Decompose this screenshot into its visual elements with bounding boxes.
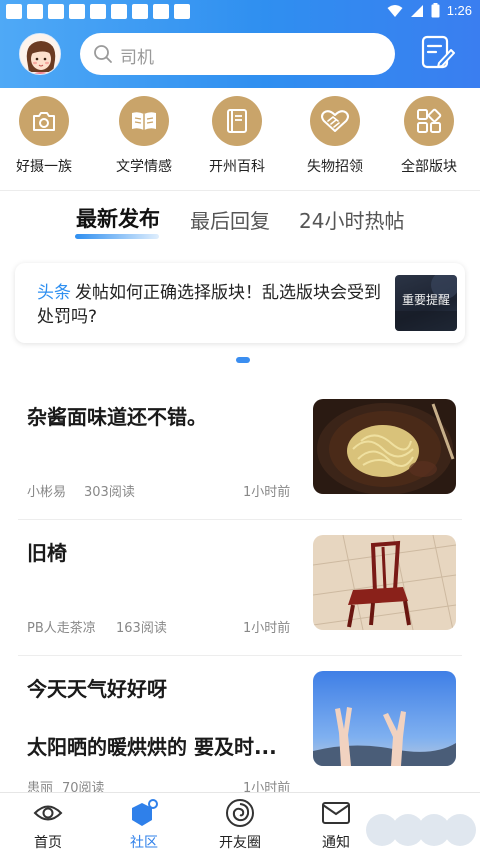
post-title: 今天天气好好呀 [27,677,167,701]
search-icon [94,45,112,63]
notification-icon [69,4,85,19]
camera-icon [19,96,69,146]
notification-icon [90,4,106,19]
search-bar[interactable]: 司机 [80,33,395,75]
encyclopedia-icon [212,96,262,146]
post-item[interactable]: 杂酱面味道还不错。 小彬易 303阅读 1小时前 [0,384,480,520]
wifi-icon [387,4,403,17]
tab-last-reply[interactable]: 最后回复 [190,205,270,234]
post-item[interactable]: 今天天气好好呀 太阳晒的暖烘烘的 要及时... 患丽 70阅读 1小时前 [0,656,480,796]
compose-note-icon [421,35,455,69]
category-label: 失物招领 [307,159,363,175]
section-divider [0,190,480,191]
status-bar: 1:26 [0,0,480,24]
category-label: 开州百科 [209,159,265,175]
notification-icon [174,4,190,19]
post-tabs: 最新发布 最后回复 24小时热帖 [0,203,480,239]
envelope-icon [322,802,350,824]
notification-icons [6,4,190,19]
headline-text-block: 头条 发帖如何正确选择版块！乱选版块会受到处罚吗? [37,281,387,329]
nav-home[interactable]: 首页 [0,793,96,855]
category-label: 好摄一族 [16,159,72,175]
tab-latest[interactable]: 最新发布 [76,203,160,233]
category-item-encyclopedia[interactable]: 开州百科 [197,96,277,176]
compose-button[interactable] [419,33,455,71]
category-row: 好摄一族 文学情感 开州百科 失物招领 全部版块 [0,96,480,182]
notification-icon [111,4,127,19]
nav-label: 首页 [34,835,62,851]
post-title: 杂酱面味道还不错。 [27,405,207,429]
post-views: 303阅读 [84,485,135,500]
battery-icon [431,3,440,18]
post-image-chair [313,535,456,630]
category-label: 文学情感 [116,159,172,175]
headline-title: 发帖如何正确选择版块！乱选版块会受到处罚吗? [37,283,381,327]
category-item-all-sections[interactable]: 全部版块 [389,96,469,176]
app-header: 1:26 司机 [0,0,480,88]
post-author: PB人走茶凉 [27,621,96,636]
category-label: 全部版块 [401,159,457,175]
carousel-indicator [236,357,250,363]
status-time: 1:26 [446,3,472,18]
notification-icon [132,4,148,19]
avatar-illustration [20,34,60,74]
eye-icon [33,805,63,821]
post-item[interactable]: 旧椅 PB人走茶凉 163阅读 1小时前 [0,520,480,656]
tab-24h-hot[interactable]: 24小时热帖 [299,205,404,234]
user-avatar[interactable] [19,33,61,75]
post-author: 小彬易 [27,485,67,500]
nav-label: 开友圈 [219,835,261,851]
grid-icon [404,96,454,146]
post-views: 163阅读 [116,621,167,636]
headline-thumbnail: 重要提醒 [395,275,457,331]
search-placeholder: 司机 [120,48,154,68]
notification-icon [153,4,169,19]
category-item-photography[interactable]: 好摄一族 [4,96,84,176]
hexagon-community-icon [132,799,158,826]
system-icons: 1:26 [387,3,472,18]
signal-icon [410,4,423,17]
post-time: 1小时前 [243,485,291,500]
handshake-icon [310,96,360,146]
post-time: 1小时前 [243,621,291,636]
nav-label: 社区 [130,835,158,851]
active-tab-indicator [75,234,159,239]
notification-icon [6,4,22,19]
spiral-icon [226,799,254,827]
notification-icon [48,4,64,19]
category-item-literature[interactable]: 文学情感 [104,96,184,176]
watermark-logo [366,814,476,846]
post-title: 旧椅 [27,541,67,565]
headline-card[interactable]: 头条 发帖如何正确选择版块！乱选版块会受到处罚吗? 重要提醒 [15,263,465,343]
post-image-sky [313,671,456,766]
headline-thumb-text: 重要提醒 [401,293,450,307]
notification-icon [27,4,43,19]
category-item-lost-and-found[interactable]: 失物招领 [295,96,375,176]
nav-community[interactable]: 社区 [96,793,192,855]
headline-tag: 头条 [37,283,71,303]
book-open-icon [119,96,169,146]
nav-friends-circle[interactable]: 开友圈 [192,793,288,855]
post-title-continued: 太阳晒的暖烘烘的 要及时... [27,735,277,759]
post-image-noodles [313,399,456,494]
